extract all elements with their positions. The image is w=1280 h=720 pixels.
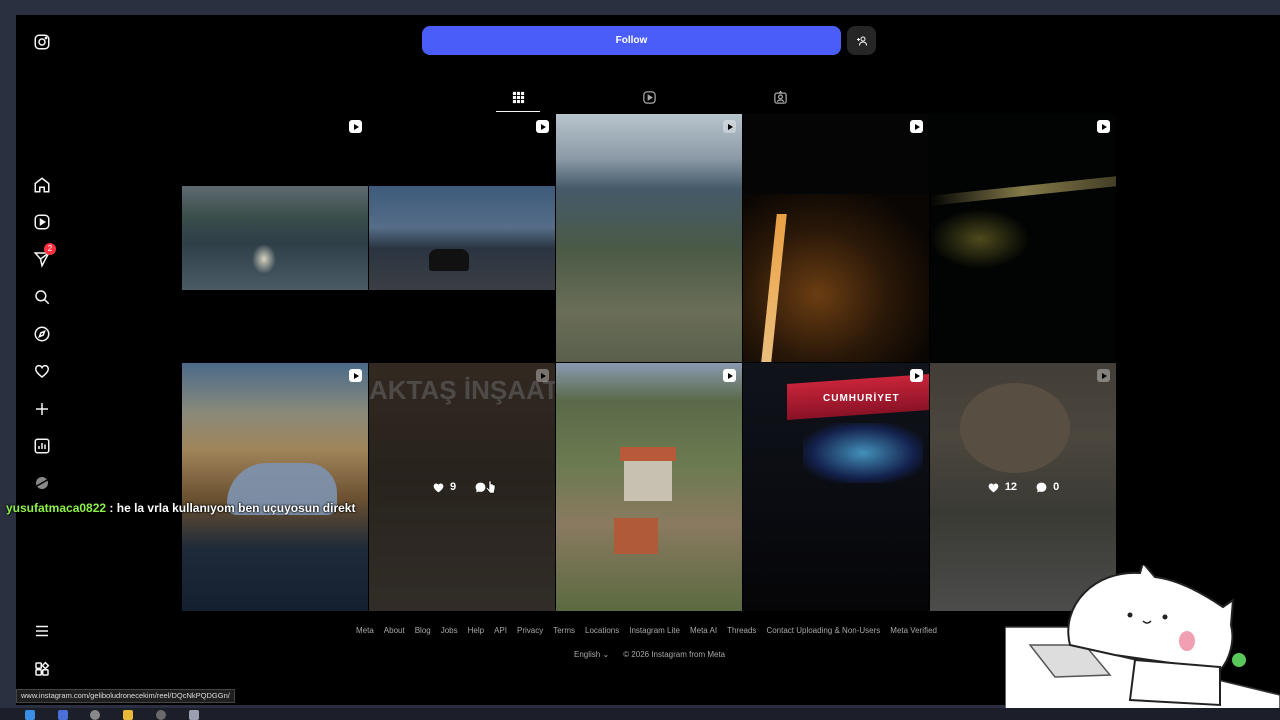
car-shape: [429, 249, 469, 271]
footer-link[interactable]: Contact Uploading & Non-Users: [766, 626, 880, 635]
water-reflection: [252, 244, 276, 274]
add-user-button[interactable]: [847, 26, 876, 55]
start-icon[interactable]: [25, 710, 35, 720]
explore-icon[interactable]: [30, 322, 54, 346]
heart-icon: [988, 482, 999, 492]
footer-link[interactable]: About: [384, 626, 405, 635]
like-count: 12: [987, 481, 1017, 494]
dashboard-icon[interactable]: [30, 434, 54, 458]
comment-count: 0: [1035, 481, 1059, 494]
footer-link[interactable]: Help: [468, 626, 484, 635]
reel-badge-icon: [910, 120, 923, 133]
post-tile[interactable]: [182, 363, 368, 611]
create-icon[interactable]: [30, 397, 54, 421]
light-glow: [930, 209, 1030, 269]
chat-text: : he la vrla kullanıyom ben uçuyosun dir…: [109, 501, 356, 515]
tagged-icon: [773, 90, 787, 104]
footer-link[interactable]: Terms: [553, 626, 575, 635]
app-icon[interactable]: [58, 710, 68, 720]
post-tile[interactable]: [930, 114, 1116, 362]
footer-link[interactable]: Meta: [356, 626, 374, 635]
footer-link[interactable]: Meta Verified: [890, 626, 937, 635]
roof-shape: [614, 518, 658, 554]
messages-icon[interactable]: 2: [30, 243, 56, 271]
status-bar-url: www.instagram.com/geliboludronecekim/ree…: [16, 689, 235, 703]
footer-bottom: English ⌄ © 2026 Instagram from Meta: [574, 650, 725, 659]
bridge-lights: [930, 176, 1116, 206]
taskbar: [0, 708, 1280, 720]
post-thumbnail: [182, 186, 368, 290]
stage-lights: [803, 423, 923, 483]
post-hover-overlay: 9: [369, 363, 555, 611]
post-tile[interactable]: [556, 114, 742, 362]
tab-posts[interactable]: [509, 88, 527, 106]
chat-username: yusufatmaca0822: [6, 501, 107, 515]
post-tile[interactable]: AKTAŞ İNŞAAT 9: [369, 363, 555, 611]
banner-text: CUMHURİYET: [823, 393, 900, 404]
chevron-down-icon: ⌄: [602, 650, 610, 659]
language-select[interactable]: English ⌄: [574, 650, 609, 659]
like-count-value: 12: [1004, 481, 1018, 493]
footer-link[interactable]: Meta AI: [690, 626, 717, 635]
footer-links: Meta About Blog Jobs Help API Privacy Te…: [356, 626, 937, 635]
reel-badge-icon: [723, 369, 736, 382]
reels-icon[interactable]: [30, 210, 54, 234]
copyright: © 2026 Instagram from Meta: [623, 650, 726, 659]
cursor-icon: [486, 480, 496, 494]
heart-icon: [433, 482, 444, 492]
post-grid: AKTAŞ İNŞAAT 9 CUMHURİYET 12 0: [182, 114, 1116, 611]
post-thumbnail: [369, 186, 555, 290]
reel-badge-icon: [1097, 120, 1110, 133]
profile-avatar[interactable]: [30, 471, 54, 495]
follow-button[interactable]: Follow: [422, 26, 841, 55]
reel-badge-icon: [723, 120, 736, 133]
reels-icon: [642, 90, 656, 104]
menu-icon[interactable]: [30, 619, 54, 643]
like-count: 9: [432, 481, 456, 494]
reel-badge-icon: [1097, 369, 1110, 382]
roof-shape: [620, 447, 676, 461]
comment-icon: [1036, 482, 1047, 492]
app-icon[interactable]: [189, 710, 199, 720]
active-tab-indicator: [496, 111, 540, 112]
post-tile[interactable]: [182, 114, 368, 362]
footer-link[interactable]: API: [494, 626, 507, 635]
bongo-cat-overlay: [1005, 565, 1280, 720]
comment-count-value: 0: [1053, 481, 1060, 493]
instagram-logo-icon[interactable]: [30, 30, 54, 54]
app-icon[interactable]: [156, 710, 166, 720]
add-user-icon: [856, 36, 867, 46]
sidebar: 2: [16, 15, 68, 705]
reel-badge-icon: [910, 369, 923, 382]
post-tile[interactable]: [743, 114, 929, 362]
footer-link[interactable]: Privacy: [517, 626, 543, 635]
also-from-meta-icon[interactable]: [30, 657, 54, 681]
home-icon[interactable]: [30, 173, 54, 197]
reel-badge-icon: [349, 369, 362, 382]
footer-link[interactable]: Instagram Lite: [629, 626, 680, 635]
reel-badge-icon: [536, 369, 549, 382]
tab-tagged[interactable]: [771, 88, 789, 106]
footer-link[interactable]: Threads: [727, 626, 756, 635]
tab-reels[interactable]: [640, 88, 658, 106]
post-tile[interactable]: [369, 114, 555, 362]
heart-icon[interactable]: [30, 359, 54, 383]
footer-link[interactable]: Blog: [415, 626, 431, 635]
search-icon[interactable]: [30, 285, 54, 309]
language-label: English: [574, 650, 601, 659]
footer-link[interactable]: Jobs: [441, 626, 458, 635]
footer-link[interactable]: Locations: [585, 626, 619, 635]
browser-icon[interactable]: [90, 710, 100, 720]
folder-icon[interactable]: [123, 710, 133, 720]
reel-badge-icon: [536, 120, 549, 133]
post-tile[interactable]: [556, 363, 742, 611]
like-count-value: 9: [449, 481, 457, 493]
post-tile[interactable]: CUMHURİYET: [743, 363, 929, 611]
reel-badge-icon: [349, 120, 362, 133]
notification-badge: 2: [44, 243, 56, 255]
stream-chat-message: yusufatmaca0822 : he la vrla kullanıyom …: [6, 501, 355, 515]
grid-icon: [512, 91, 524, 103]
